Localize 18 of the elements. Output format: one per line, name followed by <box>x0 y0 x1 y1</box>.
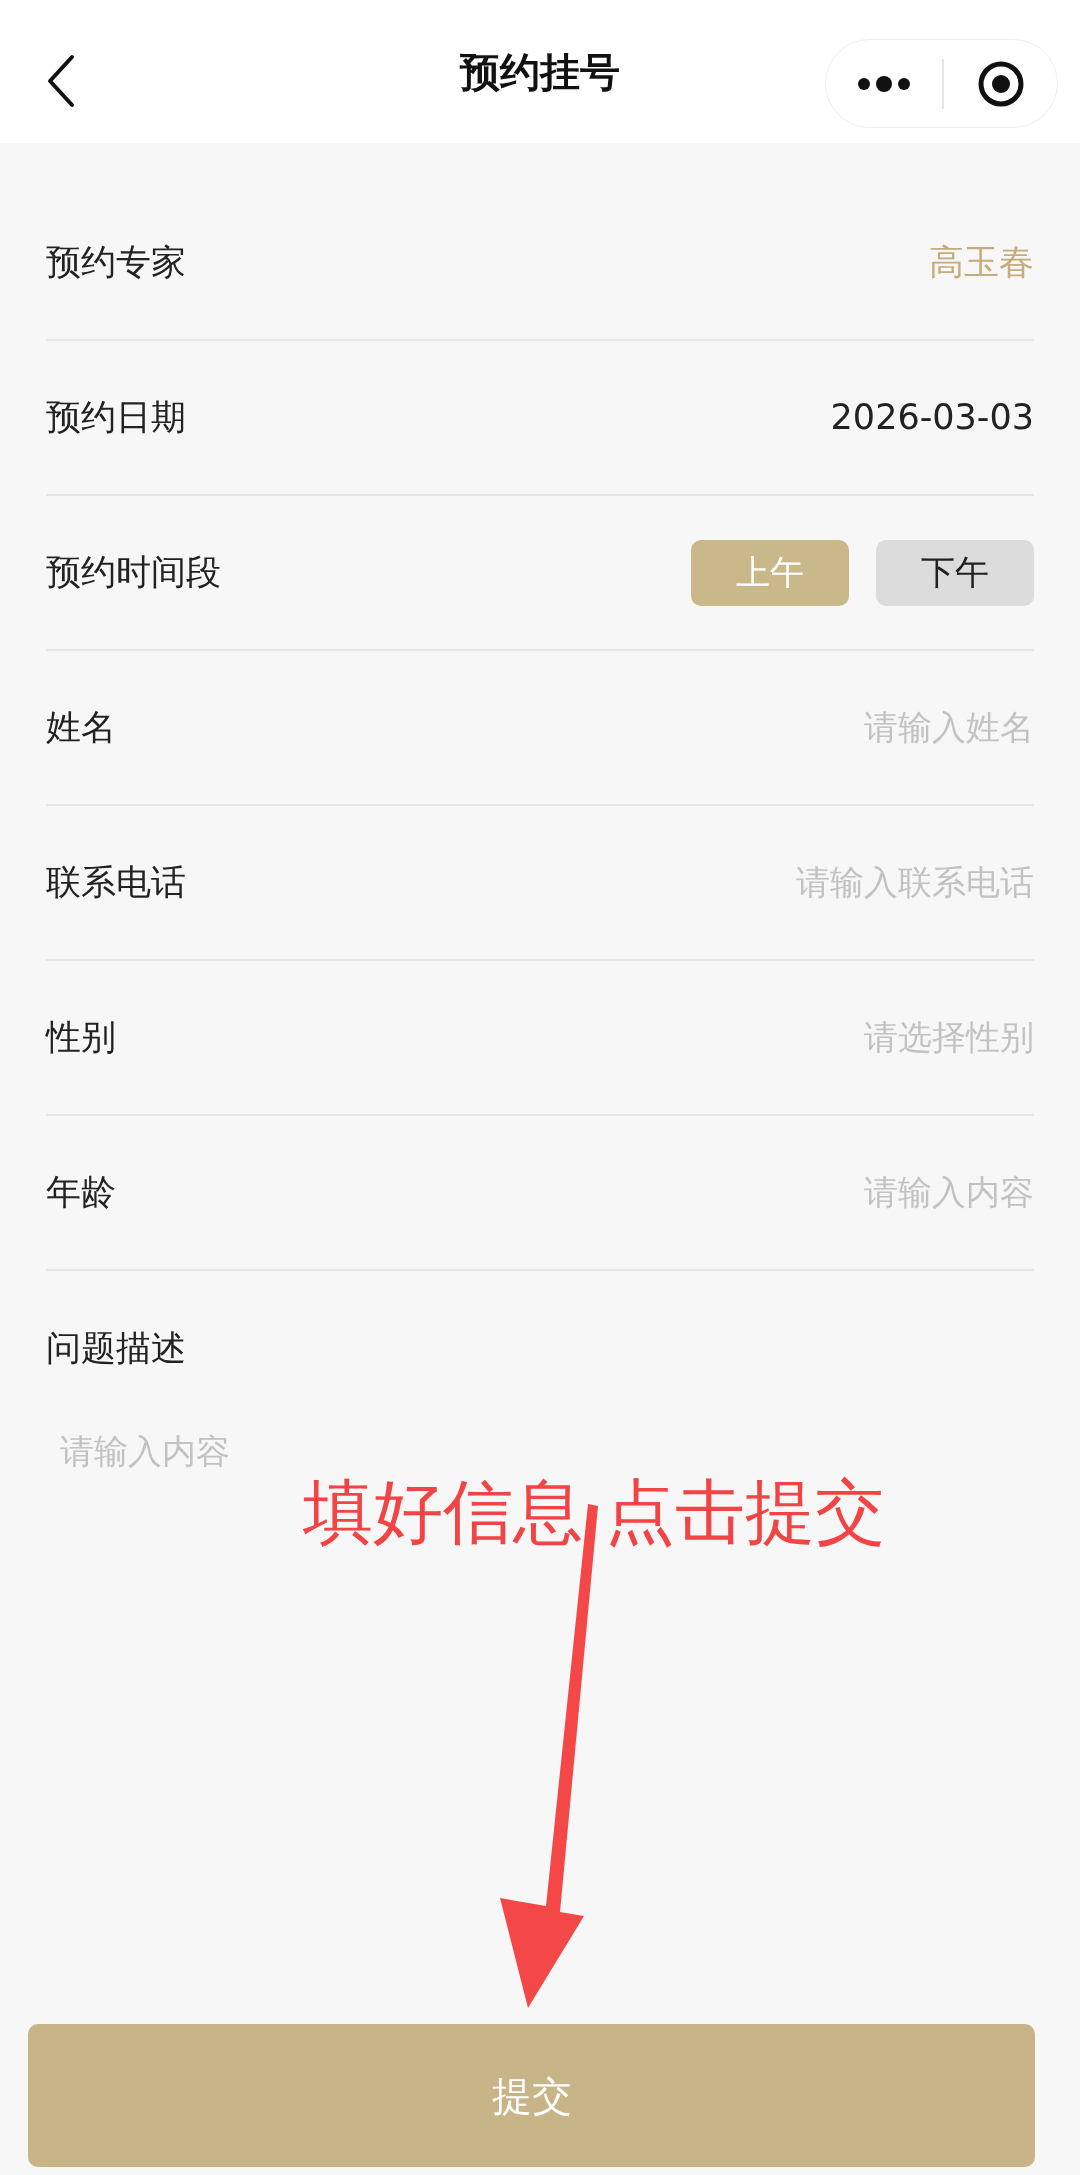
submit-button[interactable]: 提交 <box>28 2024 1035 2167</box>
field-label: 年龄 <box>46 1171 116 1215</box>
back-icon[interactable] <box>46 54 76 108</box>
time-slot-button[interactable]: 上午 <box>691 539 849 606</box>
more-icon[interactable] <box>856 75 912 92</box>
annotation-text: 填好信息 点击提交 <box>303 1470 886 1555</box>
page-title: 预约挂号 <box>460 47 620 97</box>
target-icon[interactable] <box>978 60 1024 107</box>
field-label: 问题描述 <box>46 1327 186 1371</box>
field-label: 预约专家 <box>46 241 186 285</box>
field-value: 高玉春 <box>929 241 1034 285</box>
field-label: 性别 <box>46 1016 116 1060</box>
field-label: 预约时间段 <box>46 551 221 595</box>
time-slot-button[interactable]: 下午 <box>876 539 1034 606</box>
field-label: 姓名 <box>46 706 116 750</box>
field-label: 联系电话 <box>46 861 186 905</box>
field-value: 2026-03-03 <box>830 396 1034 440</box>
field-label: 预约日期 <box>46 396 186 440</box>
